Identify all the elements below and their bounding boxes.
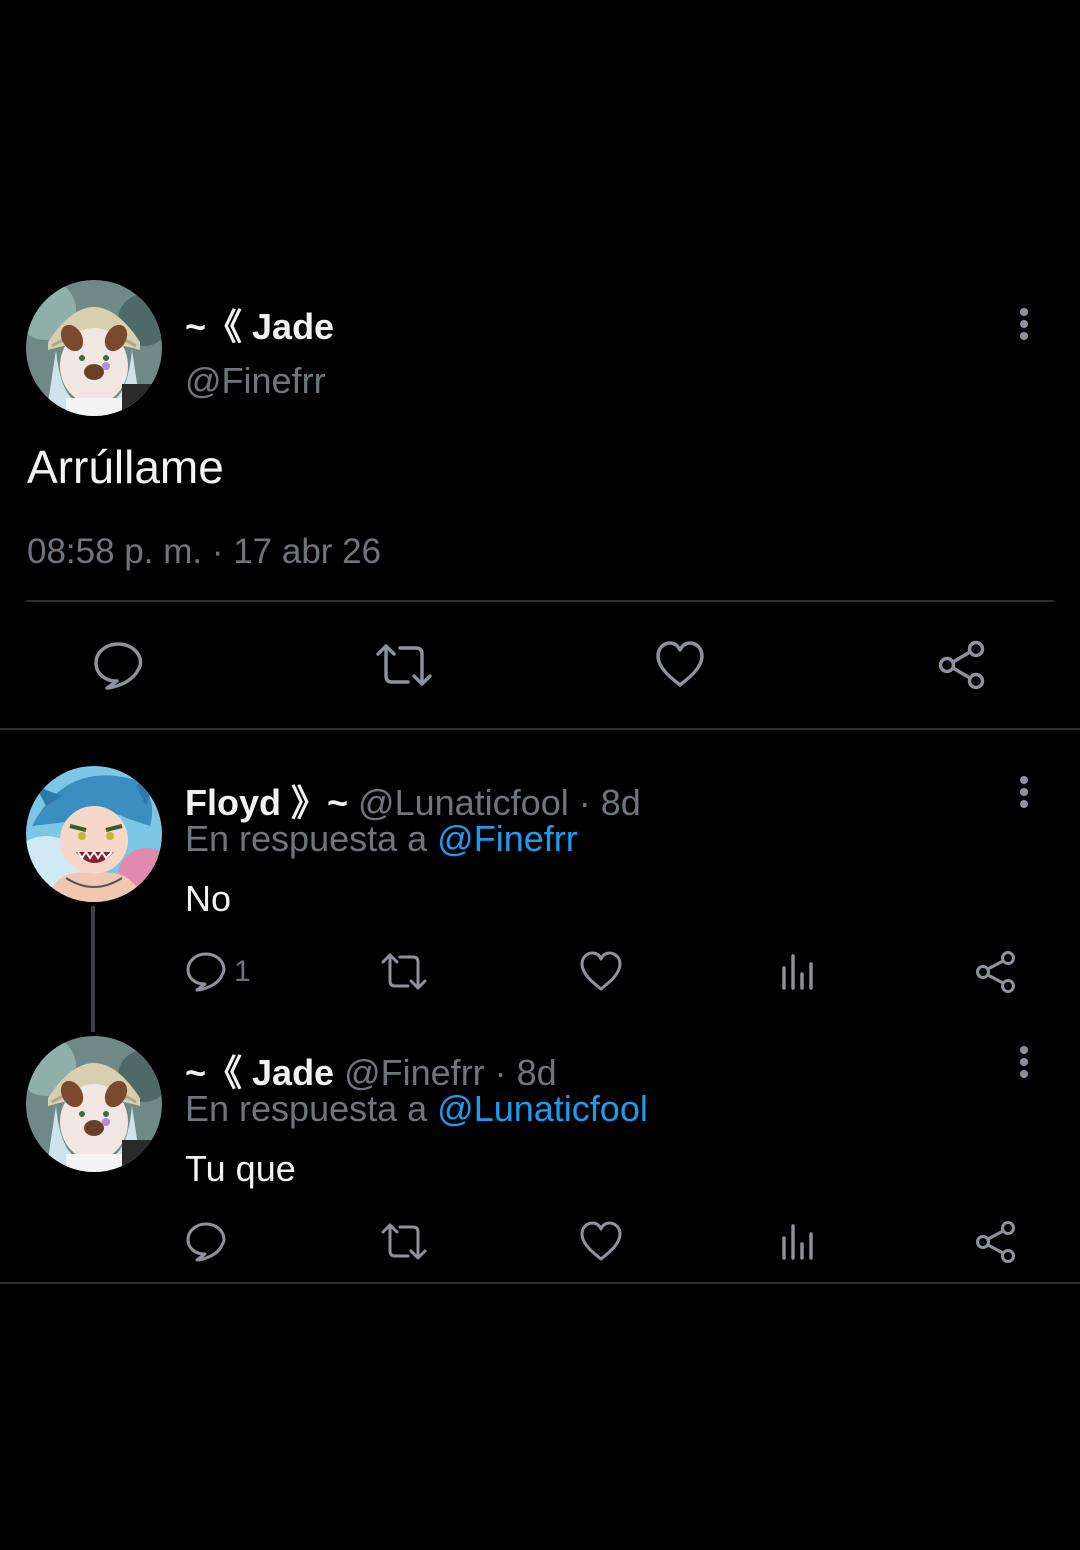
tweet-actions — [0, 1220, 1080, 1264]
like-icon[interactable] — [580, 1220, 622, 1264]
reply-action[interactable]: 1 — [186, 950, 251, 994]
retweet-icon[interactable] — [380, 950, 428, 994]
more-options-icon[interactable] — [1016, 776, 1032, 816]
avatar[interactable] — [26, 1036, 162, 1172]
reply-to-link[interactable]: @Lunaticfool — [437, 1088, 648, 1129]
handle-time[interactable]: @Lunaticfool · 8d — [358, 782, 641, 823]
avatar[interactable] — [26, 280, 162, 416]
tweet-text: Arrúllame — [27, 441, 224, 493]
reply-context: En respuesta a @Finefrr — [185, 818, 578, 860]
display-name[interactable]: Floyd 》~ — [185, 782, 348, 823]
divider — [0, 728, 1080, 730]
reply-count: 1 — [234, 955, 251, 988]
reply-action[interactable] — [186, 1220, 226, 1264]
display-name[interactable]: ~《 Jade — [185, 1052, 334, 1093]
display-name[interactable]: ~《 Jade — [185, 298, 334, 350]
divider — [0, 1282, 1080, 1284]
tweet-actions: 1 — [0, 950, 1080, 994]
reply-icon[interactable] — [93, 640, 143, 690]
tweet-text: Tu que — [185, 1148, 296, 1189]
tweet-text: No — [185, 878, 232, 919]
share-icon[interactable] — [975, 1220, 1017, 1264]
avatar[interactable] — [26, 766, 162, 902]
views-icon[interactable] — [779, 1220, 817, 1264]
reply-to-link[interactable]: @Finefrr — [437, 818, 578, 859]
like-icon[interactable] — [580, 950, 622, 994]
reply-prefix: En respuesta a — [185, 818, 428, 859]
share-icon[interactable] — [975, 950, 1017, 994]
retweet-icon[interactable] — [374, 640, 434, 690]
views-icon[interactable] — [779, 950, 817, 994]
user-handle[interactable]: @Finefrr — [185, 360, 326, 402]
more-options-icon[interactable] — [1016, 1046, 1032, 1086]
like-icon[interactable] — [655, 640, 705, 690]
tweet-timestamp: 08:58 p. m. · 17 abr 26 — [27, 532, 382, 571]
tweet-actions — [0, 640, 1080, 690]
reply-context: En respuesta a @Lunaticfool — [185, 1088, 648, 1130]
retweet-icon[interactable] — [380, 1220, 428, 1264]
reply-prefix: En respuesta a — [185, 1088, 428, 1129]
handle-time[interactable]: @Finefrr · 8d — [344, 1052, 557, 1093]
more-options-icon[interactable] — [1016, 308, 1032, 348]
divider — [26, 600, 1054, 602]
share-icon[interactable] — [937, 640, 987, 690]
